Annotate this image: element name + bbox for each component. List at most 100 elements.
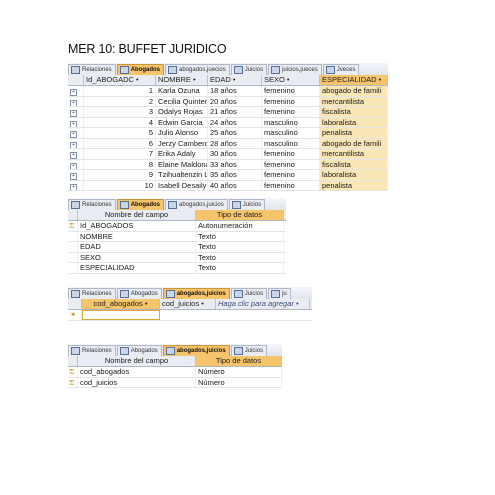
table-cell[interactable]: masculino [262,117,320,127]
table-cell[interactable]: 5 [84,128,156,138]
data-type-cell[interactable]: Número [196,377,282,387]
tab-table-4[interactable]: ju [268,288,291,299]
table-row[interactable]: +8 Elaine Maldona 33 años femenino fiscalist… [68,159,388,170]
table-cell[interactable]: 18 años [208,86,262,96]
table-cell[interactable]: 33 años [208,159,262,169]
field-name-cell[interactable]: EDAD [78,242,196,252]
expand-cell[interactable]: + [68,86,84,96]
table-cell[interactable]: Julio Alonso [156,128,208,138]
row-selector[interactable] [68,263,78,273]
table-cell[interactable]: 25 años [208,128,262,138]
plus-icon[interactable]: + [70,99,77,106]
field-name-cell[interactable]: NOMBRE [78,231,196,241]
table-cell[interactable]: Tzihualtenzin Lu [156,170,208,180]
table-cell[interactable]: mercantilista [320,96,388,106]
field-row[interactable]: NOMBRE Texto [68,231,286,242]
data-type-cell[interactable]: Texto [196,252,284,262]
column-header[interactable]: cod_abogados • [82,299,160,309]
expand-cell[interactable]: + [68,180,84,190]
table-cell[interactable]: femenino [262,149,320,159]
table-cell[interactable]: Karla Ozuna [156,86,208,96]
tab-table-1[interactable]: Abogados [116,64,165,75]
select-all-corner[interactable] [68,299,82,309]
tab-relaciones[interactable]: Relaciones [68,64,116,75]
column-header[interactable]: EDAD • [208,75,262,85]
table-cell[interactable]: 24 años [208,117,262,127]
table-cell[interactable]: 3 [84,107,156,117]
table-cell[interactable]: femenino [262,107,320,117]
column-header[interactable]: ESPECIALIDAD • [320,75,388,85]
column-header[interactable]: cod_juicios • [160,299,216,309]
tab-table-3[interactable]: Juicios [228,199,266,210]
table-cell[interactable]: femenino [262,159,320,169]
field-name-cell[interactable]: cod_juicios [78,377,196,387]
table-cell[interactable]: laboralista [320,117,388,127]
table-cell[interactable]: 30 años [208,149,262,159]
new-record-row[interactable]: ✶ [68,310,312,321]
table-cell[interactable]: Odalys Rojas [156,107,208,117]
expand-cell[interactable]: + [68,107,84,117]
table-cell[interactable]: Isabell Desaily [156,180,208,190]
tab-table-3[interactable]: Juicios [230,288,268,299]
data-type-cell[interactable]: Texto [196,242,284,252]
plus-icon[interactable]: + [70,120,77,127]
plus-icon[interactable]: + [70,110,77,117]
table-cell[interactable]: 10 [84,180,156,190]
data-type-cell[interactable]: Autonumeración [196,221,284,231]
table-cell[interactable]: masculino [262,128,320,138]
expand-cell[interactable]: + [68,128,84,138]
table-row[interactable]: +10 Isabell Desaily 40 años femenino penalis… [68,180,388,191]
tab-relaciones[interactable]: Relaciones [68,345,116,356]
column-header[interactable]: Id_ABOGADC • [84,75,156,85]
table-cell[interactable]: 2 [84,96,156,106]
tab-relaciones[interactable]: Relaciones [68,288,116,299]
field-row[interactable]: ⚿ cod_abogados Número [68,367,282,378]
table-cell[interactable]: penalista [320,128,388,138]
tab-table-3[interactable]: Juicios [230,345,268,356]
tab-table-2[interactable]: abogados,juicios [162,288,230,299]
table-row[interactable]: +7 Erika Adaly 30 años femenino mercantilist… [68,149,388,160]
expand-cell[interactable]: + [68,96,84,106]
table-cell[interactable]: Cecilia Quinterc [156,96,208,106]
table-row[interactable]: +6 Jerzy Cambero 28 años masculino abogado d… [68,138,388,149]
row-selector[interactable]: ⚿ [68,367,78,377]
table-cell[interactable]: laboralista [320,170,388,180]
tab-table-2[interactable]: abogados,juicios [165,199,228,210]
plus-icon[interactable]: + [70,162,77,169]
table-cell[interactable]: abogado de famili [320,138,388,148]
table-cell[interactable]: 40 años [208,180,262,190]
table-row[interactable]: +5 Julio Alonso 25 años masculino penalista [68,128,388,139]
table-cell[interactable]: fiscalista [320,107,388,117]
tab-table-2[interactable]: abogados,juecios [165,64,230,75]
table-cell[interactable]: 21 años [208,107,262,117]
table-row[interactable]: +1 Karla Ozuna 18 años femenino abogado de f… [68,86,388,97]
field-row[interactable]: SEXO Texto [68,252,286,263]
field-name-cell[interactable]: Id_ABOGADOS [78,221,196,231]
row-selector[interactable] [68,242,78,252]
plus-icon[interactable]: + [70,89,77,96]
plus-icon[interactable]: + [70,173,77,180]
expand-cell[interactable]: + [68,117,84,127]
table-cell[interactable]: Edwin Garcia [156,117,208,127]
table-cell[interactable]: femenino [262,96,320,106]
table-cell[interactable]: Elaine Maldona [156,159,208,169]
row-selector[interactable]: ⚿ [68,221,78,231]
table-row[interactable]: +9 Tzihualtenzin Lu 35 años femenino laboral… [68,170,388,181]
table-cell[interactable]: 1 [84,86,156,96]
field-name-cell[interactable]: cod_abogados [78,367,196,377]
tab-table-3[interactable]: Juicios [230,64,268,75]
table-cell[interactable]: 9 [84,170,156,180]
data-type-cell[interactable]: Texto [196,263,284,273]
field-name-cell[interactable]: ESPECIALIDAD [78,263,196,273]
expand-cell[interactable]: + [68,138,84,148]
tab-table-2[interactable]: abogados,juicios [162,345,230,356]
field-name-cell[interactable]: SEXO [78,252,196,262]
row-selector[interactable] [68,252,78,262]
table-cell[interactable]: mercantilista [320,149,388,159]
data-type-cell[interactable]: Número [196,367,282,377]
table-cell[interactable]: Erika Adaly [156,149,208,159]
column-header[interactable]: NOMBRE • [156,75,208,85]
table-row[interactable]: +3 Odalys Rojas 21 años femenino fiscalista [68,107,388,118]
table-cell[interactable]: fiscalista [320,159,388,169]
tab-relaciones[interactable]: Relaciones [68,199,116,210]
